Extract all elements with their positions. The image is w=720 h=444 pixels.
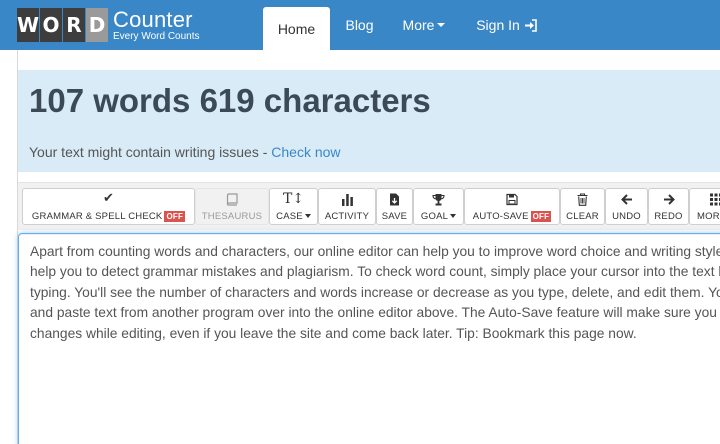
thesaurus-label: THESAURUS [201, 210, 263, 222]
writing-issues-notice: Your text might contain writing issues -… [29, 144, 341, 160]
trophy-icon [432, 193, 445, 205]
grammar-label-row: GRAMMAR & SPELL CHECK OFF [31, 210, 186, 222]
goal-label-row: GOAL [420, 210, 457, 222]
floppy-disk-icon [506, 193, 518, 205]
logo-wordmark: Counter Every Word Counts [113, 6, 200, 42]
word-character-count: 107 words 619 characters [29, 82, 431, 119]
sign-in-icon [524, 18, 537, 32]
grammar-off-badge: OFF [164, 210, 186, 222]
editor-line: Apart from counting words and characters… [30, 244, 720, 259]
thesaurus-button[interactable]: THESAURUS [195, 188, 269, 225]
logo-letter-d: D [86, 8, 108, 42]
nav-home-label: Home [277, 20, 316, 37]
chevron-down-icon [437, 23, 446, 27]
wordcounter-logo[interactable]: W O R D Counter Every Word Counts [17, 8, 200, 42]
editor-content: Apart from counting words and characters… [30, 242, 720, 344]
nav-more-label: More [402, 17, 435, 33]
undo-label: UNDO [612, 210, 641, 222]
nav-home[interactable]: Home [263, 7, 330, 50]
activity-button[interactable]: ACTIVITY [318, 188, 376, 225]
clear-label: CLEAR [566, 210, 599, 222]
logo-letter-r: R [63, 8, 85, 42]
activity-label: ACTIVITY [324, 210, 370, 222]
nav-more-dropdown[interactable]: More [389, 0, 459, 50]
arrow-right-icon [663, 193, 675, 205]
save-button[interactable]: SAVE [376, 188, 413, 225]
goal-label: GOAL [420, 210, 449, 222]
auto-save-button[interactable]: AUTO-SAVE OFF [464, 188, 560, 225]
redo-button[interactable]: REDO [648, 188, 689, 225]
editor-line: help you to detect grammar mistakes and … [30, 264, 720, 280]
editor-line: typing. You'll see the number of charact… [30, 284, 720, 300]
more-tools-button[interactable]: MORE [689, 188, 720, 225]
more-tools-label: MORE [697, 210, 720, 222]
nav-blog-label: Blog [345, 17, 374, 33]
trash-icon [577, 192, 588, 206]
logo-letter-o: O [40, 8, 62, 42]
logo-tagline: Every Word Counts [113, 30, 200, 42]
case-dropdown-button[interactable]: T↕ CASE [269, 188, 318, 225]
auto-save-label: AUTO-SAVE [472, 210, 529, 222]
goal-dropdown-button[interactable]: GOAL [413, 188, 464, 225]
undo-button[interactable]: UNDO [605, 188, 648, 225]
navbar: W O R D Counter Every Word Counts Home B… [0, 0, 720, 50]
text-height-icon: T↕ [282, 190, 305, 207]
editor-line: and paste text from another program over… [30, 305, 720, 321]
bar-chart-icon [341, 193, 353, 206]
logo-counter-text: Counter [113, 6, 193, 32]
stats-panel: 107 words 619 characters Your text might… [18, 70, 720, 172]
grammar-spell-check-button[interactable]: ✔ GRAMMAR & SPELL CHECK OFF [22, 188, 195, 225]
chevron-down-icon [304, 214, 311, 218]
nav-signin[interactable]: Sign In [460, 0, 553, 50]
arrow-left-icon [620, 193, 632, 205]
editor-line: changes while editing, even if you leave… [30, 325, 637, 341]
save-label: SAVE [381, 210, 408, 222]
check-now-link[interactable]: Check now [271, 144, 340, 160]
grid-icon [710, 193, 720, 205]
case-label-row: CASE [276, 211, 311, 222]
chevron-down-icon [450, 214, 457, 218]
book-icon [226, 192, 238, 206]
file-download-icon [390, 193, 399, 205]
redo-label: REDO [654, 210, 683, 222]
nav-blog[interactable]: Blog [330, 0, 389, 50]
auto-save-off-badge: OFF [530, 210, 552, 222]
clear-button[interactable]: CLEAR [560, 188, 605, 225]
case-label: CASE [276, 210, 303, 222]
text-editor[interactable]: Apart from counting words and characters… [18, 233, 720, 444]
checkmark-icon: ✔ [103, 190, 114, 206]
grammar-label: GRAMMAR & SPELL CHECK [31, 210, 163, 222]
auto-save-label-row: AUTO-SAVE OFF [472, 210, 552, 222]
logo-letter-w: W [17, 8, 39, 42]
writing-issues-text: Your text might contain writing issues - [29, 144, 272, 160]
nav-signin-label: Sign In [476, 17, 520, 33]
